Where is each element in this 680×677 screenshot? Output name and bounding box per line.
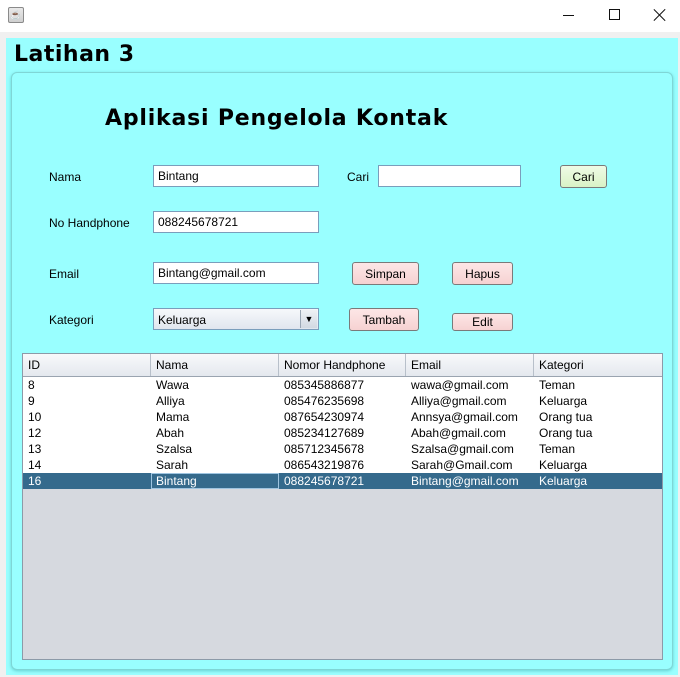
table-cell-email[interactable]: wawa@gmail.com xyxy=(406,377,534,393)
table-cell-id[interactable]: 13 xyxy=(23,441,151,457)
table-cell-email[interactable]: Annsya@gmail.com xyxy=(406,409,534,425)
close-button[interactable] xyxy=(637,0,680,32)
search-input[interactable] xyxy=(378,165,521,187)
chevron-down-icon[interactable]: ▼ xyxy=(300,310,317,328)
nama-field[interactable] xyxy=(153,165,319,187)
column-header-nama[interactable]: Nama xyxy=(151,354,279,376)
maximize-icon xyxy=(609,9,620,20)
email-field[interactable] xyxy=(153,262,319,284)
email-label: Email xyxy=(49,267,80,281)
nama-label: Nama xyxy=(49,170,82,184)
table-cell-email[interactable]: Bintang@gmail.com xyxy=(406,473,534,489)
table-cell-nomor-handphone[interactable]: 085234127689 xyxy=(279,425,406,441)
table-cell-kategori[interactable]: Teman xyxy=(534,377,662,393)
hapus-button[interactable]: Hapus xyxy=(452,262,513,285)
no-handphone-field[interactable] xyxy=(153,211,319,233)
table-cell-nama[interactable]: Bintang xyxy=(151,473,279,489)
column-header-nomor-handphone[interactable]: Nomor Handphone xyxy=(279,354,406,376)
minimize-button[interactable] xyxy=(545,0,591,32)
kategori-label: Kategori xyxy=(49,313,94,327)
table-row[interactable]: 10 Mama 087654230974 Annsya@gmail.com Orang … xyxy=(23,409,662,425)
table-row[interactable]: 13 Szalsa 085712345678 Szalsa@gmail.com Tema… xyxy=(23,441,662,457)
close-icon xyxy=(653,8,667,22)
minimize-icon xyxy=(563,15,574,16)
no-handphone-label: No Handphone xyxy=(49,216,130,230)
table-cell-email[interactable]: Sarah@Gmail.com xyxy=(406,457,534,473)
maximize-button[interactable] xyxy=(591,0,637,32)
table-row[interactable]: 9 Alliya 085476235698 Alliya@gmail.com Kelua… xyxy=(23,393,662,409)
tambah-button[interactable]: Tambah xyxy=(349,308,419,331)
table-cell-nama[interactable]: Mama xyxy=(151,409,279,425)
cari-button[interactable]: Cari xyxy=(560,165,607,188)
kategori-select[interactable]: Keluarga ▼ xyxy=(153,308,319,330)
column-header-email[interactable]: Email xyxy=(406,354,534,376)
table-cell-nomor-handphone[interactable]: 086543219876 xyxy=(279,457,406,473)
table-cell-nomor-handphone[interactable]: 085345886877 xyxy=(279,377,406,393)
column-header-id[interactable]: ID xyxy=(23,354,151,376)
table-cell-kategori[interactable]: Keluarga xyxy=(534,393,662,409)
table-header: ID Nama Nomor Handphone Email Kategori xyxy=(23,354,662,377)
table-cell-email[interactable]: Szalsa@gmail.com xyxy=(406,441,534,457)
table-cell-id[interactable]: 9 xyxy=(23,393,151,409)
table-row[interactable]: 8 Wawa 085345886877 wawa@gmail.com Teman xyxy=(23,377,662,393)
column-header-kategori[interactable]: Kategori xyxy=(534,354,662,376)
cari-label: Cari xyxy=(347,170,370,184)
java-icon: ☕ xyxy=(8,7,24,23)
table-cell-kategori[interactable]: Keluarga xyxy=(534,473,662,489)
table-cell-nomor-handphone[interactable]: 085476235698 xyxy=(279,393,406,409)
table-cell-id[interactable]: 10 xyxy=(23,409,151,425)
table-cell-nomor-handphone[interactable]: 087654230974 xyxy=(279,409,406,425)
kategori-selected-value: Keluarga xyxy=(158,313,207,327)
table-cell-id[interactable]: 8 xyxy=(23,377,151,393)
contacts-table[interactable]: ID Nama Nomor Handphone Email Kategori 8… xyxy=(22,353,663,660)
page-title: Aplikasi Pengelola Kontak xyxy=(105,106,449,131)
table-cell-nomor-handphone[interactable]: 085712345678 xyxy=(279,441,406,457)
table-cell-nomor-handphone[interactable]: 088245678721 xyxy=(279,473,406,489)
table-cell-kategori[interactable]: Orang tua xyxy=(534,425,662,441)
table-cell-nama[interactable]: Wawa xyxy=(151,377,279,393)
table-cell-email[interactable]: Alliya@gmail.com xyxy=(406,393,534,409)
table-cell-nama[interactable]: Szalsa xyxy=(151,441,279,457)
simpan-button[interactable]: Simpan xyxy=(352,262,419,285)
table-row[interactable]: 14 Sarah 086543219876 Sarah@Gmail.com Keluar… xyxy=(23,457,662,473)
table-cell-kategori[interactable]: Teman xyxy=(534,441,662,457)
table-cell-email[interactable]: Abah@gmail.com xyxy=(406,425,534,441)
table-cell-id[interactable]: 12 xyxy=(23,425,151,441)
edit-button[interactable]: Edit xyxy=(452,313,513,331)
table-row[interactable]: 16 Bintang 088245678721 Bintang@gmail.com Ke… xyxy=(23,473,662,489)
frame-title: Latihan 3 xyxy=(14,42,135,67)
table-cell-id[interactable]: 14 xyxy=(23,457,151,473)
table-cell-nama[interactable]: Sarah xyxy=(151,457,279,473)
table-cell-id[interactable]: 16 xyxy=(23,473,151,489)
window-titlebar: ☕ xyxy=(0,0,680,32)
table-cell-nama[interactable]: Abah xyxy=(151,425,279,441)
table-cell-kategori[interactable]: Keluarga xyxy=(534,457,662,473)
table-row[interactable]: 12 Abah 085234127689 Abah@gmail.com Orang tu… xyxy=(23,425,662,441)
table-cell-kategori[interactable]: Orang tua xyxy=(534,409,662,425)
table-cell-nama[interactable]: Alliya xyxy=(151,393,279,409)
